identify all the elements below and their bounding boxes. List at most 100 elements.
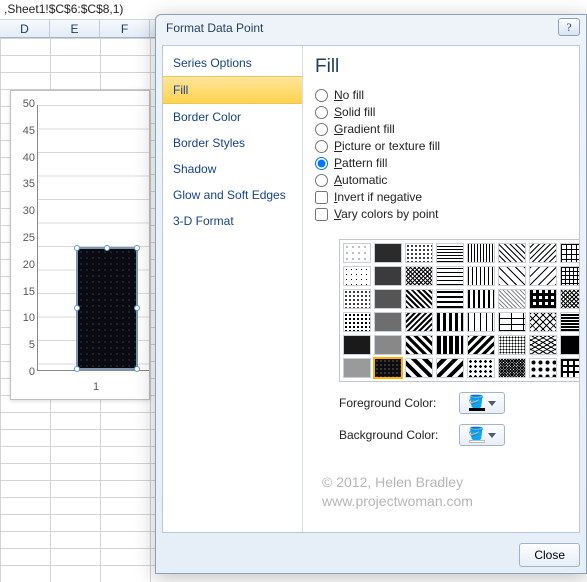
pattern-swatch[interactable] xyxy=(405,243,433,263)
pattern-swatch[interactable] xyxy=(529,289,557,309)
pattern-swatch[interactable] xyxy=(436,312,464,332)
sidebar-item-glow-and-soft-edges[interactable]: Glow and Soft Edges xyxy=(163,182,302,208)
pattern-swatch[interactable] xyxy=(529,266,557,286)
pattern-swatch[interactable] xyxy=(436,266,464,286)
pattern-swatch[interactable] xyxy=(560,335,579,355)
radio-label: Gradient fill xyxy=(334,122,395,136)
y-axis-tick: 40 xyxy=(15,152,35,164)
column-headers: D E F xyxy=(0,20,155,38)
background-color-button[interactable]: 🪣 xyxy=(459,424,505,446)
pattern-swatch[interactable] xyxy=(374,335,402,355)
pattern-swatch[interactable] xyxy=(560,266,579,286)
pattern-swatch[interactable] xyxy=(467,266,495,286)
pattern-swatch[interactable] xyxy=(529,335,557,355)
pattern-swatch[interactable] xyxy=(405,335,433,355)
radio-label: Automatic xyxy=(334,173,387,187)
pattern-swatch[interactable] xyxy=(467,243,495,263)
pattern-swatch[interactable] xyxy=(560,289,579,309)
pattern-swatch[interactable] xyxy=(343,358,371,378)
y-axis-tick: 35 xyxy=(15,178,35,190)
col-header-e[interactable]: E xyxy=(50,20,100,37)
col-header-d[interactable]: D xyxy=(0,20,50,37)
checkbox-label: Vary colors by point xyxy=(334,207,439,221)
pattern-swatch[interactable] xyxy=(436,289,464,309)
pattern-swatch[interactable] xyxy=(498,243,526,263)
pattern-swatch[interactable] xyxy=(498,289,526,309)
pattern-swatch[interactable] xyxy=(467,358,495,378)
sidebar-item-series-options[interactable]: Series Options xyxy=(163,50,302,76)
pattern-swatch[interactable] xyxy=(467,312,495,332)
sidebar-item-shadow[interactable]: Shadow xyxy=(163,156,302,182)
pattern-swatch[interactable] xyxy=(405,266,433,286)
pattern-swatch[interactable] xyxy=(467,335,495,355)
pattern-swatch[interactable] xyxy=(374,289,402,309)
sidebar-item-border-styles[interactable]: Border Styles xyxy=(163,130,302,156)
pattern-swatch[interactable] xyxy=(374,312,402,332)
fill-radio-no-fill[interactable] xyxy=(315,89,328,102)
pattern-swatch[interactable] xyxy=(343,243,371,263)
y-axis-tick: 20 xyxy=(15,259,35,271)
pattern-swatch[interactable] xyxy=(343,289,371,309)
pattern-swatch[interactable] xyxy=(529,358,557,378)
pattern-swatch[interactable] xyxy=(498,358,526,378)
checkbox-invert-if-negative[interactable] xyxy=(315,191,328,204)
formula-bar[interactable]: ,Sheet1!$C$6:$C$8,1) xyxy=(0,0,155,20)
checkbox-vary-colors-by-point[interactable] xyxy=(315,208,328,221)
sidebar-item-border-color[interactable]: Border Color xyxy=(163,104,302,130)
paint-bucket-icon: 🪣 xyxy=(468,427,484,440)
pattern-swatch[interactable] xyxy=(436,243,464,263)
panel-heading: Fill xyxy=(315,56,567,78)
fill-radio-automatic[interactable] xyxy=(315,174,328,187)
plot-area xyxy=(37,105,149,371)
radio-label: Picture or texture fill xyxy=(334,139,440,153)
pattern-swatch[interactable] xyxy=(405,289,433,309)
pattern-swatch[interactable] xyxy=(374,358,402,378)
watermark: © 2012, Helen Bradley www.projectwoman.c… xyxy=(322,473,473,511)
pattern-swatch[interactable] xyxy=(374,266,402,286)
pattern-swatch[interactable] xyxy=(374,243,402,263)
embedded-chart[interactable]: 05101520253035404550 1 xyxy=(10,90,150,400)
pattern-swatch[interactable] xyxy=(436,358,464,378)
y-axis-tick: 50 xyxy=(15,98,35,110)
fill-panel: Fill No fillSolid fillGradient fillPictu… xyxy=(303,46,579,532)
fill-radio-solid-fill[interactable] xyxy=(315,106,328,119)
fill-radio-pattern-fill[interactable] xyxy=(315,157,328,170)
pattern-swatch[interactable] xyxy=(529,312,557,332)
col-header-f[interactable]: F xyxy=(100,20,150,37)
pattern-swatch[interactable] xyxy=(436,335,464,355)
pattern-swatch[interactable] xyxy=(560,358,579,378)
close-button[interactable]: Close xyxy=(519,543,580,567)
data-point-bar[interactable] xyxy=(76,247,138,370)
pattern-picker xyxy=(339,239,579,382)
chevron-down-icon xyxy=(488,401,496,406)
category-sidebar: Series OptionsFillBorder ColorBorder Sty… xyxy=(163,46,303,532)
sidebar-item-3-d-format[interactable]: 3-D Format xyxy=(163,208,302,234)
pattern-swatch[interactable] xyxy=(405,312,433,332)
pattern-swatch[interactable] xyxy=(529,243,557,263)
fill-radio-gradient-fill[interactable] xyxy=(315,123,328,136)
pattern-swatch[interactable] xyxy=(560,312,579,332)
y-axis-tick: 5 xyxy=(15,339,35,351)
pattern-swatch[interactable] xyxy=(498,335,526,355)
background-color-label: Background Color: xyxy=(339,428,451,442)
pattern-swatch[interactable] xyxy=(343,312,371,332)
help-button[interactable]: ? xyxy=(558,18,580,36)
foreground-color-button[interactable]: 🪣 xyxy=(459,392,505,414)
pattern-swatch[interactable] xyxy=(467,289,495,309)
pattern-swatch[interactable] xyxy=(343,266,371,286)
y-axis-tick: 25 xyxy=(15,232,35,244)
y-axis-tick: 0 xyxy=(15,366,35,378)
pattern-swatch[interactable] xyxy=(343,335,371,355)
checkbox-label: Invert if negative xyxy=(334,190,422,204)
y-axis-tick: 30 xyxy=(15,205,35,217)
pattern-swatch[interactable] xyxy=(560,243,579,263)
pattern-swatch[interactable] xyxy=(498,312,526,332)
y-axis-tick: 10 xyxy=(15,312,35,324)
radio-label: No fill xyxy=(334,88,364,102)
paint-bucket-icon: 🪣 xyxy=(468,395,484,408)
fill-radio-picture-or-texture-fill[interactable] xyxy=(315,140,328,153)
pattern-swatch[interactable] xyxy=(405,358,433,378)
pattern-swatch[interactable] xyxy=(498,266,526,286)
foreground-color-label: Foreground Color: xyxy=(339,396,451,410)
sidebar-item-fill[interactable]: Fill xyxy=(163,76,302,104)
